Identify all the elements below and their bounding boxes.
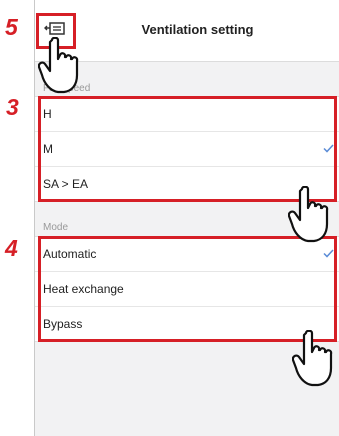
- callout-number-3: 3: [6, 94, 19, 120]
- pointing-hand-icon: [38, 37, 79, 94]
- callout-number-5: 5: [5, 14, 18, 40]
- title-bar: Ventilation setting: [35, 0, 339, 62]
- pointing-hand-icon: [292, 330, 333, 387]
- mode-section-label: Mode: [43, 222, 69, 233]
- page-title: Ventilation setting: [141, 22, 254, 37]
- pointing-hand-icon: [288, 186, 329, 243]
- callout-box-mode: [38, 236, 337, 342]
- callout-number-4: 4: [5, 235, 18, 261]
